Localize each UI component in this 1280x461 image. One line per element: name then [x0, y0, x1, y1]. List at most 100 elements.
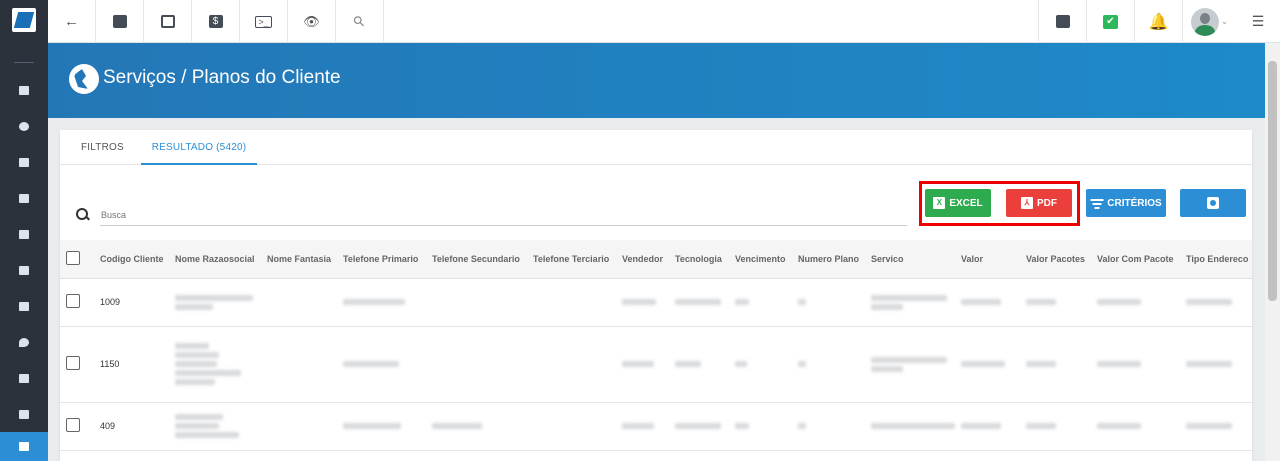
cell-redacted	[675, 326, 735, 403]
column-header[interactable]: Vendedor	[622, 240, 675, 279]
storefront-icon	[19, 193, 29, 203]
cell-codigo: 1009	[100, 278, 175, 327]
back-arrow-icon: ←	[64, 13, 79, 30]
table-row[interactable]: 1009	[60, 278, 1252, 327]
tab-filtros[interactable]: FILTROS	[81, 130, 124, 165]
calendar-clock-icon	[19, 229, 29, 239]
menu-button[interactable]: ☰	[1236, 0, 1280, 43]
sidebar-item-contacts[interactable]	[0, 144, 48, 180]
pdf-icon: ⅄	[1021, 197, 1033, 209]
row-checkbox[interactable]	[66, 418, 80, 432]
table-row[interactable]: 1150	[60, 326, 1252, 403]
globe-icon	[69, 64, 99, 94]
column-header[interactable]: Valor Pacotes	[1026, 240, 1097, 279]
column-header[interactable]: Tecnologia	[675, 240, 735, 279]
page-title: Serviços / Planos do Cliente	[103, 67, 341, 88]
cell-redacted	[871, 278, 961, 327]
column-header[interactable]: Telefone Terciario	[533, 240, 622, 279]
sidebar-item-dashboard[interactable]	[0, 72, 48, 108]
cell-redacted	[1186, 278, 1252, 327]
sidebar	[0, 0, 48, 461]
brand-logo-icon[interactable]	[12, 8, 36, 32]
user-menu[interactable]: ⌄	[1182, 0, 1236, 43]
column-header[interactable]: Valor	[961, 240, 1026, 279]
cell-redacted	[175, 326, 267, 403]
search-icon	[76, 208, 88, 220]
sidebar-item-box[interactable]	[0, 252, 48, 288]
cell-redacted	[735, 326, 798, 403]
schedule-button[interactable]	[144, 0, 192, 43]
sidebar-item-globe[interactable]	[0, 108, 48, 144]
select-all-checkbox[interactable]	[66, 250, 80, 265]
cell-codigo: 1150	[100, 326, 175, 403]
column-header[interactable]: Numero Plano	[798, 240, 871, 279]
dollar-icon: $	[208, 15, 223, 28]
column-header[interactable]: Nome Fantasia	[267, 240, 343, 279]
cell-redacted	[798, 326, 871, 403]
export-pdf-button[interactable]: ⅄ PDF	[1006, 189, 1072, 217]
sidebar-item-finance[interactable]	[0, 288, 48, 324]
sidebar-item-store[interactable]	[0, 180, 48, 216]
cell-redacted	[735, 278, 798, 327]
column-header[interactable]: Codigo Cliente	[100, 240, 175, 279]
cell-redacted	[175, 402, 267, 451]
terminal-icon: >_	[255, 15, 272, 28]
criteria-button[interactable]: CRITÉRIOS	[1086, 189, 1166, 217]
results-table: Codigo Cliente Nome Razaosocial Nome Fan…	[60, 240, 1252, 451]
sidebar-item-server[interactable]	[0, 396, 48, 432]
contacts-button[interactable]	[96, 0, 144, 43]
cell-redacted	[1186, 326, 1252, 403]
page-scrollbar[interactable]	[1265, 43, 1280, 461]
pdf-label: PDF	[1037, 197, 1057, 209]
tab-resultado[interactable]: RESULTADO (5420)	[141, 130, 257, 165]
row-checkbox[interactable]	[66, 294, 80, 308]
column-header[interactable]: Valor Com Pacote	[1097, 240, 1186, 279]
settings-button[interactable]	[1180, 189, 1246, 217]
sidebar-item-map[interactable]	[0, 324, 48, 360]
menu-list-icon: ☰	[1251, 13, 1265, 29]
cell-redacted	[1026, 326, 1097, 403]
contact-card-icon	[112, 15, 127, 28]
cell-redacted	[871, 402, 961, 451]
sidebar-item-calendar[interactable]	[0, 216, 48, 252]
sidebar-item-list[interactable]	[0, 360, 48, 396]
scrollbar-thumb[interactable]	[1268, 61, 1277, 301]
column-header[interactable]: Telefone Primario	[343, 240, 432, 279]
globe-icon	[19, 121, 29, 131]
tasks-button[interactable]: ✔	[1086, 0, 1134, 43]
column-header[interactable]: Vencimento	[735, 240, 798, 279]
pdf-report-button[interactable]	[1038, 0, 1086, 43]
page-header: Serviços / Planos do Cliente	[48, 43, 1265, 118]
terminal-button[interactable]: >_	[240, 0, 288, 43]
view-button[interactable]: 👁	[288, 0, 336, 43]
column-header[interactable]: Servico	[871, 240, 961, 279]
column-header[interactable]: Telefone Secundario	[432, 240, 533, 279]
column-header[interactable]: Tipo Endereco	[1186, 240, 1252, 279]
cell-redacted	[798, 402, 871, 451]
search-input[interactable]	[100, 204, 907, 226]
row-checkbox[interactable]	[66, 356, 80, 370]
box-icon	[19, 265, 29, 275]
search-icon: ⚲	[349, 11, 369, 31]
money-icon	[19, 301, 29, 311]
cell-codigo: 409	[100, 402, 175, 451]
table-row[interactable]: 409	[60, 402, 1252, 451]
column-header[interactable]: Nome Razaosocial	[175, 240, 267, 279]
cell-redacted	[1097, 326, 1186, 403]
cell-redacted	[343, 402, 432, 451]
cell-redacted	[961, 278, 1026, 327]
sidebar-item-documents[interactable]	[0, 432, 48, 461]
alarm-button[interactable]: 🔔	[1134, 0, 1182, 43]
cell-redacted	[735, 402, 798, 451]
chevron-down-icon: ⌄	[1220, 16, 1229, 26]
search-button[interactable]: ⚲	[336, 0, 384, 43]
cell-redacted	[1097, 278, 1186, 327]
cell-redacted	[1186, 402, 1252, 451]
tab-bar: FILTROS RESULTADO (5420)	[60, 130, 1252, 165]
document-icon	[19, 442, 29, 451]
finance-button[interactable]: $	[192, 0, 240, 43]
export-excel-button[interactable]: X EXCEL	[925, 189, 991, 217]
sidebar-divider	[14, 62, 34, 63]
back-button[interactable]: ←	[48, 0, 96, 43]
cell-redacted	[961, 326, 1026, 403]
